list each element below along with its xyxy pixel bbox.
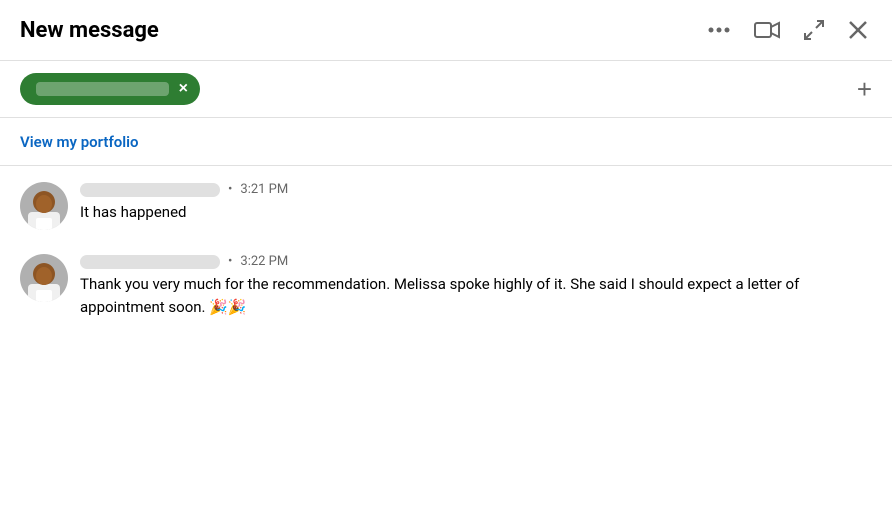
message-time: 3:22 PM	[240, 254, 288, 269]
message-text: It has happened	[80, 201, 800, 224]
separator: •	[228, 254, 232, 269]
portfolio-link[interactable]: View my portfolio	[20, 133, 139, 151]
video-call-button[interactable]	[750, 17, 784, 43]
message-content: • 3:21 PM It has happened	[80, 182, 872, 230]
avatar	[20, 254, 68, 302]
header-actions	[704, 16, 872, 44]
sender-name-placeholder	[80, 183, 220, 197]
message-item: • 3:22 PM Thank you very much for the re…	[20, 254, 872, 318]
recipient-name	[36, 82, 169, 96]
message-meta: • 3:21 PM	[80, 182, 872, 197]
close-icon	[848, 20, 868, 40]
header: New message	[0, 0, 892, 61]
avatar-image	[20, 182, 68, 230]
close-button[interactable]	[844, 16, 872, 44]
recipient-pill: ×	[20, 73, 200, 105]
message-content: • 3:22 PM Thank you very much for the re…	[80, 254, 872, 318]
recipient-bar: × +	[0, 61, 892, 118]
remove-recipient-button[interactable]: ×	[179, 81, 188, 97]
sender-name-placeholder	[80, 255, 220, 269]
message-item: • 3:21 PM It has happened	[20, 182, 872, 230]
separator: •	[228, 182, 232, 197]
message-window: New message	[0, 0, 892, 522]
page-title: New message	[20, 18, 704, 43]
message-text: Thank you very much for the recommendati…	[80, 273, 800, 318]
shrink-icon	[804, 20, 824, 40]
messages-area[interactable]: • 3:21 PM It has happened	[0, 166, 892, 522]
add-recipient-button[interactable]: +	[857, 76, 872, 102]
avatar-image	[20, 254, 68, 302]
ellipsis-icon	[708, 27, 730, 33]
video-icon	[754, 21, 780, 39]
avatar	[20, 182, 68, 230]
message-time: 3:21 PM	[240, 182, 288, 197]
message-meta: • 3:22 PM	[80, 254, 872, 269]
more-options-button[interactable]	[704, 23, 734, 37]
portfolio-link-bar: View my portfolio	[0, 118, 892, 166]
minimize-button[interactable]	[800, 16, 828, 44]
